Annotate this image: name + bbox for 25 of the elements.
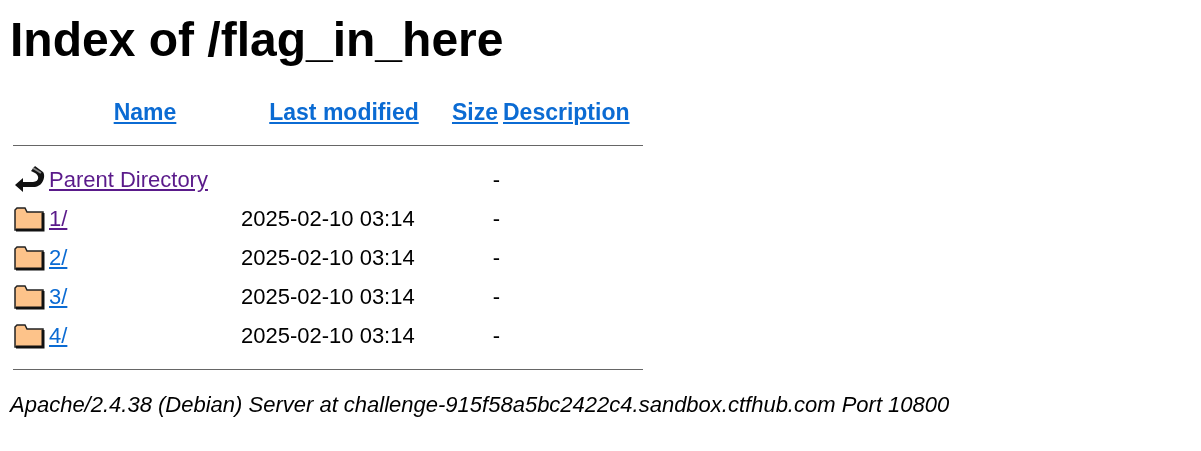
- folder-icon: [13, 204, 45, 233]
- modified-date: 2025-02-10 03:14: [241, 283, 415, 309]
- file-size: -: [492, 244, 500, 270]
- directory-link[interactable]: 1/: [49, 205, 68, 231]
- directory-link[interactable]: 3/: [49, 283, 68, 309]
- folder-icon: [13, 243, 45, 272]
- modified-date: 2025-02-10 03:14: [241, 322, 415, 348]
- file-size: -: [492, 283, 500, 309]
- directory-link[interactable]: 2/: [49, 244, 68, 270]
- column-header-link[interactable]: Description: [503, 98, 630, 125]
- column-header-link[interactable]: Last modified: [269, 98, 419, 125]
- server-signature: Apache/2.4.38 (Debian) Server at challenge-915f58a5bc2422c4.sandbox.ctfhub.com Port 10800: [10, 391, 951, 418]
- file-size: -: [492, 322, 500, 348]
- back-arrow-icon: [13, 164, 45, 195]
- file-size: -: [492, 205, 500, 231]
- page-title: Index of /flag_in_here: [10, 14, 505, 67]
- file-size: -: [492, 166, 500, 192]
- modified-date: 2025-02-10 03:14: [241, 244, 415, 270]
- directory-link[interactable]: 4/: [49, 322, 68, 348]
- column-header-link[interactable]: Name: [113, 98, 177, 125]
- column-header-link[interactable]: Size: [452, 98, 498, 125]
- modified-date: 2025-02-10 03:14: [241, 205, 415, 231]
- folder-icon: [13, 282, 45, 311]
- folder-icon: [13, 321, 45, 350]
- directory-link[interactable]: Parent Directory: [49, 166, 208, 192]
